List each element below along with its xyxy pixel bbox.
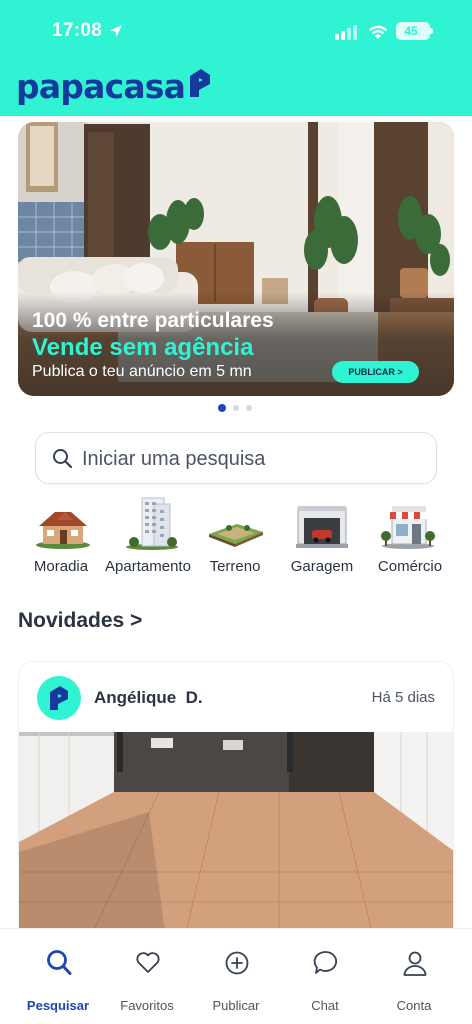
publish-button[interactable]: PUBLICAR > — [332, 361, 419, 383]
signal-icon — [335, 25, 357, 40]
search-icon — [53, 449, 73, 469]
garage-icon — [296, 506, 348, 548]
bottom-nav: Pesquisar Favoritos Publicar Chat Conta — [0, 928, 472, 1024]
nav-label: Chat — [311, 998, 339, 1013]
battery-icon: 45 — [396, 22, 433, 40]
plus-circle-icon — [225, 951, 249, 975]
status-bar: 17:08 45 — [0, 18, 472, 46]
carousel-dot-2[interactable] — [233, 405, 239, 411]
logo-mark-icon — [190, 69, 211, 97]
nav-favoritos[interactable]: Favoritos — [103, 947, 191, 1013]
category-label: Terreno — [209, 558, 261, 575]
nav-pesquisar[interactable]: Pesquisar — [14, 947, 102, 1013]
carousel-dot-3[interactable] — [246, 405, 252, 411]
nav-publicar[interactable]: Publicar — [192, 947, 280, 1013]
category-terreno[interactable]: Terreno — [189, 496, 281, 580]
logo-text: papacasa — [16, 66, 186, 106]
apartment-building-icon — [126, 497, 178, 550]
location-arrow-icon — [110, 25, 122, 37]
news-section-link[interactable]: Novidades > — [18, 609, 142, 633]
carousel-indicator — [218, 404, 252, 412]
category-comercio[interactable]: Comércio — [364, 496, 456, 580]
nav-label: Pesquisar — [26, 998, 90, 1013]
status-time: 17:08 — [52, 20, 103, 41]
category-label: Comércio — [377, 558, 443, 575]
heart-icon — [136, 952, 160, 973]
user-icon — [403, 951, 427, 976]
carousel-dot-1[interactable] — [218, 404, 226, 412]
land-plot-icon — [209, 524, 263, 547]
listing-card[interactable]: Angélique D. Há 5 dias — [18, 661, 454, 961]
logo-mark-icon — [50, 686, 68, 710]
nav-conta[interactable]: Conta — [370, 947, 458, 1013]
nav-label: Conta — [396, 998, 432, 1013]
category-label: Apartamento — [105, 558, 191, 575]
house-icon — [36, 512, 90, 549]
listing-photo[interactable] — [19, 732, 454, 961]
avatar[interactable] — [37, 676, 81, 720]
search-placeholder: Iniciar uma pesquisa — [82, 448, 266, 470]
banner-subtitle: Publica o teu anúncio em 5 mn — [32, 363, 252, 380]
search-icon — [47, 950, 72, 975]
promo-banner[interactable]: 100 % entre particulares Vende sem agênc… — [18, 122, 454, 396]
listing-posted-time: Há 5 dias — [371, 689, 435, 706]
category-garagem[interactable]: Garagem — [276, 496, 368, 580]
search-input[interactable]: Iniciar uma pesquisa — [35, 432, 437, 484]
shop-icon — [381, 506, 435, 549]
listing-author: Angélique D. — [94, 688, 203, 707]
category-apartamento[interactable]: Apartamento — [102, 496, 194, 580]
nav-label: Favoritos — [120, 998, 174, 1013]
banner-highlight: Vende sem agência — [32, 334, 254, 361]
category-moradia[interactable]: Moradia — [15, 496, 107, 580]
wifi-icon — [368, 25, 388, 39]
app-header: 17:08 45 papacasa — [0, 0, 472, 116]
category-label: Garagem — [290, 558, 354, 575]
chat-bubble-icon — [313, 951, 338, 974]
nav-label: Publicar — [212, 998, 260, 1013]
nav-chat[interactable]: Chat — [281, 947, 369, 1013]
category-label: Moradia — [33, 558, 89, 575]
battery-level: 45 — [404, 24, 418, 38]
banner-headline: 100 % entre particulares — [32, 309, 274, 332]
app-logo[interactable]: papacasa — [16, 66, 211, 106]
